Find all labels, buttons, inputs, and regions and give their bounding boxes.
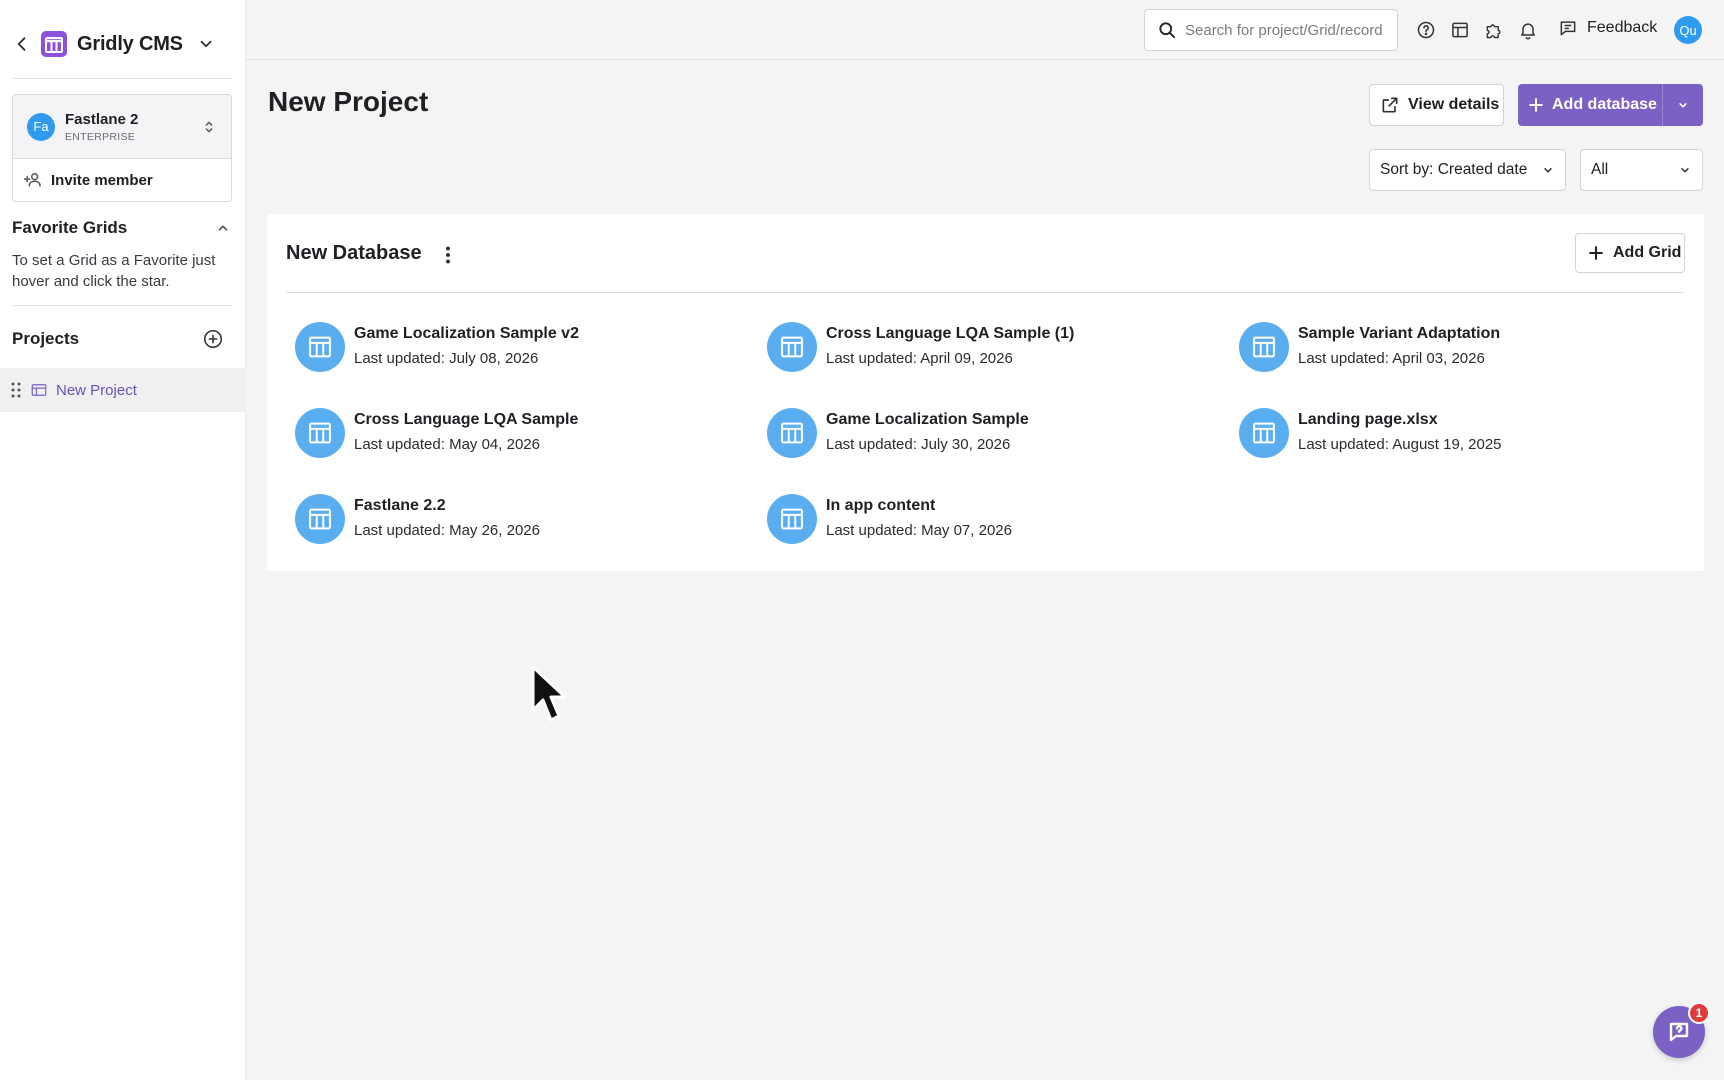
back-arrow-icon[interactable] [12, 34, 32, 54]
workspace-switcher[interactable]: Fa Fastlane 2 ENTERPRISE [13, 95, 231, 159]
layout-icon[interactable] [1450, 20, 1470, 40]
project-folder-icon [31, 384, 47, 396]
grid-last-updated: Last updated: May 26, 2026 [354, 522, 540, 539]
sidebar: Gridly CMS Fa Fastlane 2 ENTERPRISE Invi… [0, 0, 246, 1080]
grid-item[interactable]: Landing page.xlsx Last updated: August 19… [1239, 408, 1695, 494]
grid-item[interactable]: In app content Last updated: May 07, 2026 [767, 494, 1239, 580]
page-title: New Project [268, 86, 429, 117]
grid-name: In app content [826, 497, 936, 514]
grid-last-updated: Last updated: July 30, 2026 [826, 436, 1011, 453]
gridly-logo-icon [41, 31, 67, 57]
grid-item[interactable]: Game Localization Sample v2 Last updated:… [295, 322, 767, 408]
grid-name: Landing page.xlsx [1298, 411, 1438, 428]
drag-handle-icon[interactable] [10, 381, 22, 399]
chevron-down-icon[interactable] [197, 35, 215, 53]
plus-icon [1529, 98, 1543, 112]
chevron-down-icon [1681, 168, 1689, 173]
chat-help-icon [1669, 1022, 1689, 1042]
more-options-icon[interactable] [438, 244, 458, 266]
grid-table-icon [295, 408, 345, 458]
grid-name: Game Localization Sample [826, 411, 1029, 428]
grid-name: Fastlane 2.2 [354, 497, 446, 514]
grid-name: Cross Language LQA Sample (1) [826, 325, 1075, 342]
sidebar-item-label: New Project [56, 381, 137, 399]
workspace-card: Fa Fastlane 2 ENTERPRISE Invite member [12, 94, 232, 202]
favorite-grids-empty-text: To set a Grid as a Favorite just hover a… [12, 252, 216, 290]
grid-item[interactable]: Cross Language LQA Sample (1) Last update… [767, 322, 1239, 408]
favorite-grids-header[interactable]: Favorite Grids [12, 218, 232, 238]
grid-last-updated: Last updated: August 19, 2025 [1298, 436, 1502, 453]
add-project-icon[interactable] [202, 328, 224, 350]
grid-name: Cross Language LQA Sample [354, 411, 579, 428]
divider [12, 78, 232, 79]
add-database-label: Add database [1552, 96, 1657, 113]
add-database-dropdown[interactable] [1662, 84, 1703, 126]
grid-last-updated: Last updated: May 07, 2026 [826, 522, 1012, 539]
divider [12, 305, 232, 306]
chevron-up-icon[interactable] [216, 221, 230, 235]
chevron-down-icon [1679, 103, 1687, 108]
feedback-label: Feedback [1587, 19, 1658, 36]
search-box[interactable] [1144, 9, 1398, 51]
projects-title: Projects [12, 329, 80, 348]
grid-item[interactable]: Sample Variant Adaptation Last updated: A… [1239, 322, 1695, 408]
mouse-cursor-icon [531, 665, 567, 722]
top-bar: Feedback Qu [246, 0, 1724, 60]
grid-item[interactable]: Game Localization Sample Last updated: Ju… [767, 408, 1239, 494]
grid-table-icon [1239, 322, 1289, 372]
grid-table-icon [295, 494, 345, 544]
view-details-button[interactable]: View details [1369, 84, 1504, 126]
database-title: New Database [286, 242, 422, 264]
sort-label: Sort by: Created date [1380, 161, 1528, 178]
grid-last-updated: Last updated: April 09, 2026 [826, 350, 1013, 367]
grid-list: Game Localization Sample v2 Last updated:… [295, 322, 1695, 580]
filter-select[interactable]: All [1580, 149, 1703, 191]
user-avatar[interactable]: Qu [1674, 16, 1702, 44]
brand-name: Gridly CMS [77, 32, 183, 55]
notification-badge: 1 [1688, 1002, 1710, 1024]
grid-table-icon [1239, 408, 1289, 458]
grid-table-icon [767, 322, 817, 372]
external-link-icon [1382, 97, 1398, 113]
brand-header: Gridly CMS [12, 26, 215, 62]
workspace-plan: ENTERPRISE [65, 130, 136, 143]
add-database-button-group: Add database [1518, 84, 1703, 126]
workspace-avatar: Fa [27, 112, 55, 141]
grid-last-updated: Last updated: May 04, 2026 [354, 436, 540, 453]
grid-item[interactable]: Fastlane 2.2 Last updated: May 26, 2026 [295, 494, 767, 580]
plus-icon [1589, 246, 1603, 260]
grid-table-icon [295, 322, 345, 372]
grid-name: Sample Variant Adaptation [1298, 325, 1501, 342]
sidebar-item-new-project[interactable]: New Project [0, 368, 246, 412]
sort-select[interactable]: Sort by: Created date [1369, 149, 1566, 191]
view-details-label: View details [1408, 96, 1500, 113]
expand-toggle-icon[interactable] [201, 119, 217, 135]
bell-icon[interactable] [1518, 20, 1538, 40]
grid-table-icon [767, 494, 817, 544]
filter-label: All [1591, 161, 1609, 178]
add-database-button[interactable]: Add database [1518, 84, 1662, 126]
add-user-icon [23, 173, 41, 187]
grid-last-updated: Last updated: April 03, 2026 [1298, 350, 1485, 367]
puzzle-icon[interactable] [1484, 20, 1504, 40]
grid-table-icon [767, 408, 817, 458]
grid-name: Game Localization Sample v2 [354, 325, 579, 342]
invite-member-label: Invite member [51, 171, 153, 189]
favorite-grids-title: Favorite Grids [12, 218, 128, 237]
feedback-icon [1560, 21, 1576, 36]
invite-member-button[interactable]: Invite member [13, 159, 231, 201]
grid-item[interactable]: Cross Language LQA Sample Last updated: M… [295, 408, 767, 494]
chevron-down-icon [1544, 168, 1552, 173]
grid-last-updated: Last updated: July 08, 2026 [354, 350, 539, 367]
search-icon [1159, 22, 1175, 38]
feedback-button[interactable]: Feedback [1558, 18, 1657, 38]
projects-header: Projects [12, 328, 224, 350]
database-card: New Database Add Grid Game Localization … [267, 214, 1704, 571]
add-grid-button[interactable]: Add Grid [1575, 233, 1685, 273]
workspace-name: Fastlane 2 [65, 110, 139, 128]
divider [286, 292, 1684, 293]
search-input[interactable] [1185, 21, 1391, 39]
help-icon[interactable] [1416, 20, 1436, 40]
add-grid-label: Add Grid [1613, 244, 1682, 261]
